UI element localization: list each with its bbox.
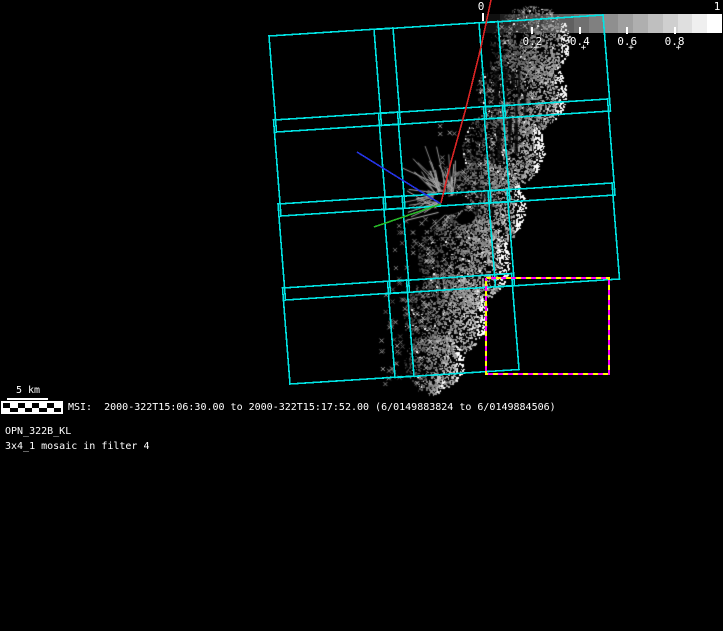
scale-bar-underline (7, 398, 48, 400)
colorbar-tick-label: 0.4 (569, 36, 591, 47)
next-frame-rect (486, 278, 609, 374)
mosaic-footprints (269, 15, 620, 384)
scale-bar-checker (1, 401, 63, 414)
scale-bar-label: 5 km (6, 385, 50, 397)
colorbar-tick-label: 0.8 (664, 36, 686, 47)
colorbar-min-label: 0 (471, 1, 491, 12)
render-viewport[interactable]: 0 1 0.2+0.4+0.6+0.8+ 5 km MSI: 2000-322T… (0, 0, 723, 631)
colorbar-tick (531, 27, 533, 34)
scale-bar-cell (32, 408, 39, 413)
colorbar-tick (579, 27, 581, 34)
scale-bar-cell (47, 408, 54, 413)
colorbar-minor-tick: + (628, 45, 633, 51)
colorbar-tick (674, 27, 676, 34)
colorbar-tick (626, 27, 628, 34)
scale-bar-cell (39, 408, 46, 413)
next-frame-footprint (486, 278, 609, 374)
colorbar-minor-tick: + (533, 45, 538, 51)
next-frame-rect (486, 278, 609, 374)
colorbar-zero-tick (482, 13, 484, 21)
colorbar-minor-tick: + (581, 45, 586, 51)
mosaic-info: 3x4_1 mosaic in filter 4 (5, 441, 150, 452)
overlay-graphics (0, 0, 723, 631)
observation-time-range: MSI: 2000-322T15:06:30.00 to 2000-322T15… (68, 402, 556, 413)
sequence-name: OPN_322B_KL (5, 426, 71, 437)
colorbar-tick-label: 0.6 (616, 36, 638, 47)
scale-bar-cell (54, 408, 61, 413)
colorbar-minor-tick: + (676, 45, 681, 51)
colorbar-max-label: 1 (707, 1, 723, 12)
scale-bar-cell (25, 408, 32, 413)
colorbar-tick-label: 0.2 (521, 36, 543, 47)
axis-red (441, 0, 491, 203)
scale-bar-cell (10, 408, 17, 413)
scale-bar-cell (3, 408, 10, 413)
scale-bar-cell (18, 408, 25, 413)
